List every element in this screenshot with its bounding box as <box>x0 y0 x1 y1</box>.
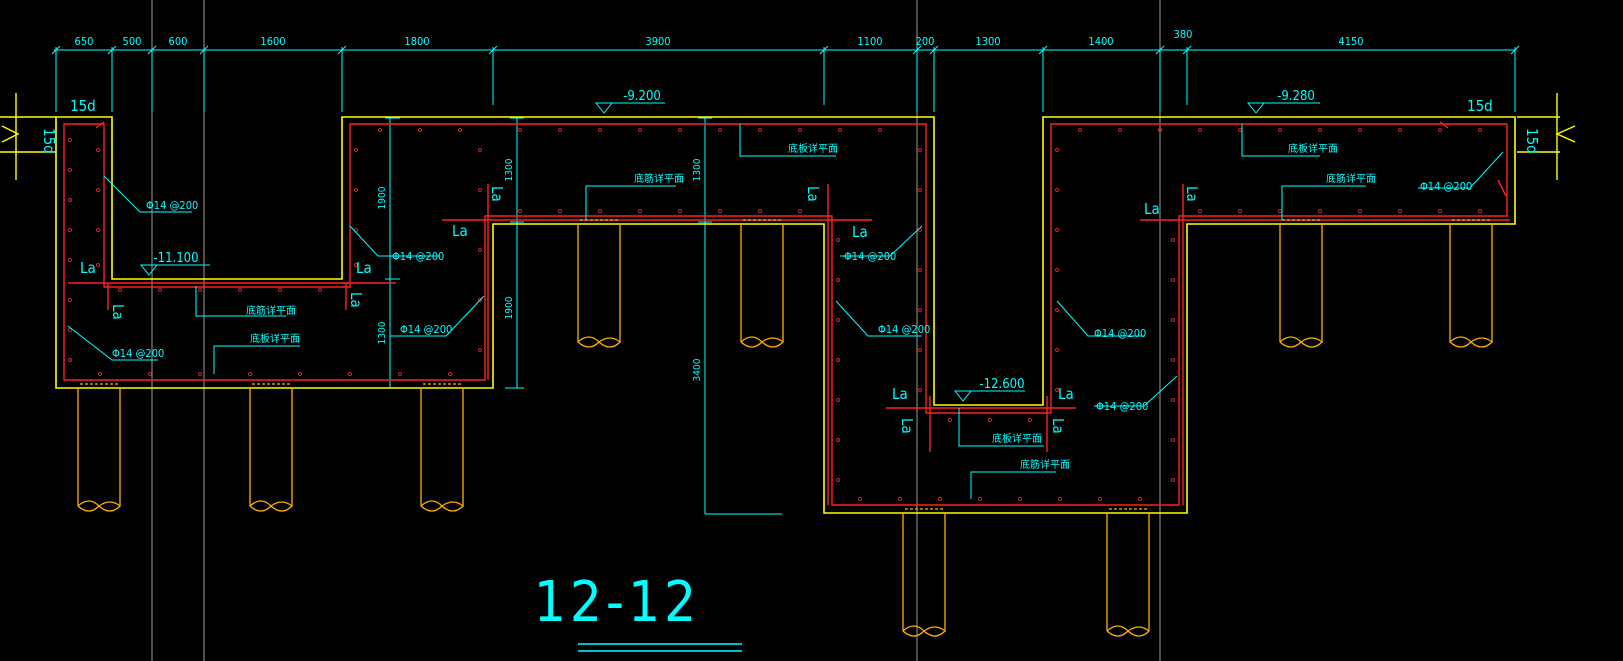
dim-label: 1600 <box>260 35 285 48</box>
rebar-spacing-label: Φ14 @200 <box>1094 327 1146 340</box>
floor-note: 底筋详平面 <box>1020 458 1070 471</box>
vdim-label: 1300 <box>692 158 703 181</box>
dim-label: 3900 <box>645 35 670 48</box>
la-label: La <box>356 259 372 277</box>
section-title: 12-12 <box>534 570 700 635</box>
floor-note: 底板详平面 <box>250 332 300 345</box>
floor-note: 底板详平面 <box>788 142 838 155</box>
la-label: La <box>109 304 127 320</box>
la-label: La <box>80 259 96 277</box>
rebar-spacing-label: Φ14 @200 <box>400 323 452 336</box>
elevation-label: -11.100 <box>153 251 198 266</box>
floor-note: 底板详平面 <box>1288 142 1338 155</box>
la-label: La <box>452 222 468 240</box>
la-label: La <box>1144 200 1160 218</box>
dim-label: 1400 <box>1088 35 1113 48</box>
dim-label: 500 <box>123 35 142 48</box>
la-label: La <box>1058 385 1074 403</box>
rebar-spacing-label: Φ14 @200 <box>1096 400 1148 413</box>
vdim-label: 1300 <box>377 321 388 344</box>
elevation-label: -9.200 <box>623 89 661 104</box>
la-label: La <box>488 186 506 202</box>
la-label: La <box>804 186 822 202</box>
hook-label: 15d <box>1523 128 1541 154</box>
dim-label: 380 <box>1174 28 1193 41</box>
la-label: La <box>898 418 916 434</box>
dim-label: 1300 <box>975 35 1000 48</box>
canvas-background <box>0 0 1623 661</box>
floor-note: 底板详平面 <box>992 432 1042 445</box>
dim-label: 1800 <box>404 35 429 48</box>
floor-note: 底筋详平面 <box>634 172 684 185</box>
dim-label: 600 <box>169 35 188 48</box>
la-label: La <box>852 223 868 241</box>
floor-note: 底筋详平面 <box>1326 172 1376 185</box>
vdim-label: 1900 <box>377 186 388 209</box>
rebar-spacing-label: Φ14 @200 <box>146 199 198 212</box>
la-label: La <box>347 292 365 308</box>
rebar-spacing-label: Φ14 @200 <box>844 250 896 263</box>
elevation-label: -12.600 <box>979 377 1024 392</box>
section-drawing-canvas: 650 500 600 1600 1800 3900 1100 200 1300… <box>0 0 1623 661</box>
hook-label: 15d <box>70 97 96 115</box>
hook-label: 15d <box>1467 97 1493 115</box>
rebar-spacing-label: Φ14 @200 <box>112 347 164 360</box>
dim-label: 4150 <box>1338 35 1363 48</box>
elevation-label: -9.280 <box>1277 89 1315 104</box>
vdim-label: 1300 <box>504 158 515 181</box>
dim-label: 650 <box>75 35 94 48</box>
hook-label: 15d <box>40 128 58 154</box>
vdim-label: 1900 <box>504 296 515 319</box>
dim-label: 200 <box>916 35 935 48</box>
rebar-spacing-label: Φ14 @200 <box>878 323 930 336</box>
la-label: La <box>1049 418 1067 434</box>
rebar-spacing-label: Φ14 @200 <box>392 250 444 263</box>
la-label: La <box>1183 186 1201 202</box>
rebar-spacing-label: Φ14 @200 <box>1420 180 1472 193</box>
la-label: La <box>892 385 908 403</box>
floor-note: 底筋详平面 <box>246 304 296 317</box>
vdim-label: 3400 <box>692 358 703 381</box>
dim-label: 1100 <box>857 35 882 48</box>
